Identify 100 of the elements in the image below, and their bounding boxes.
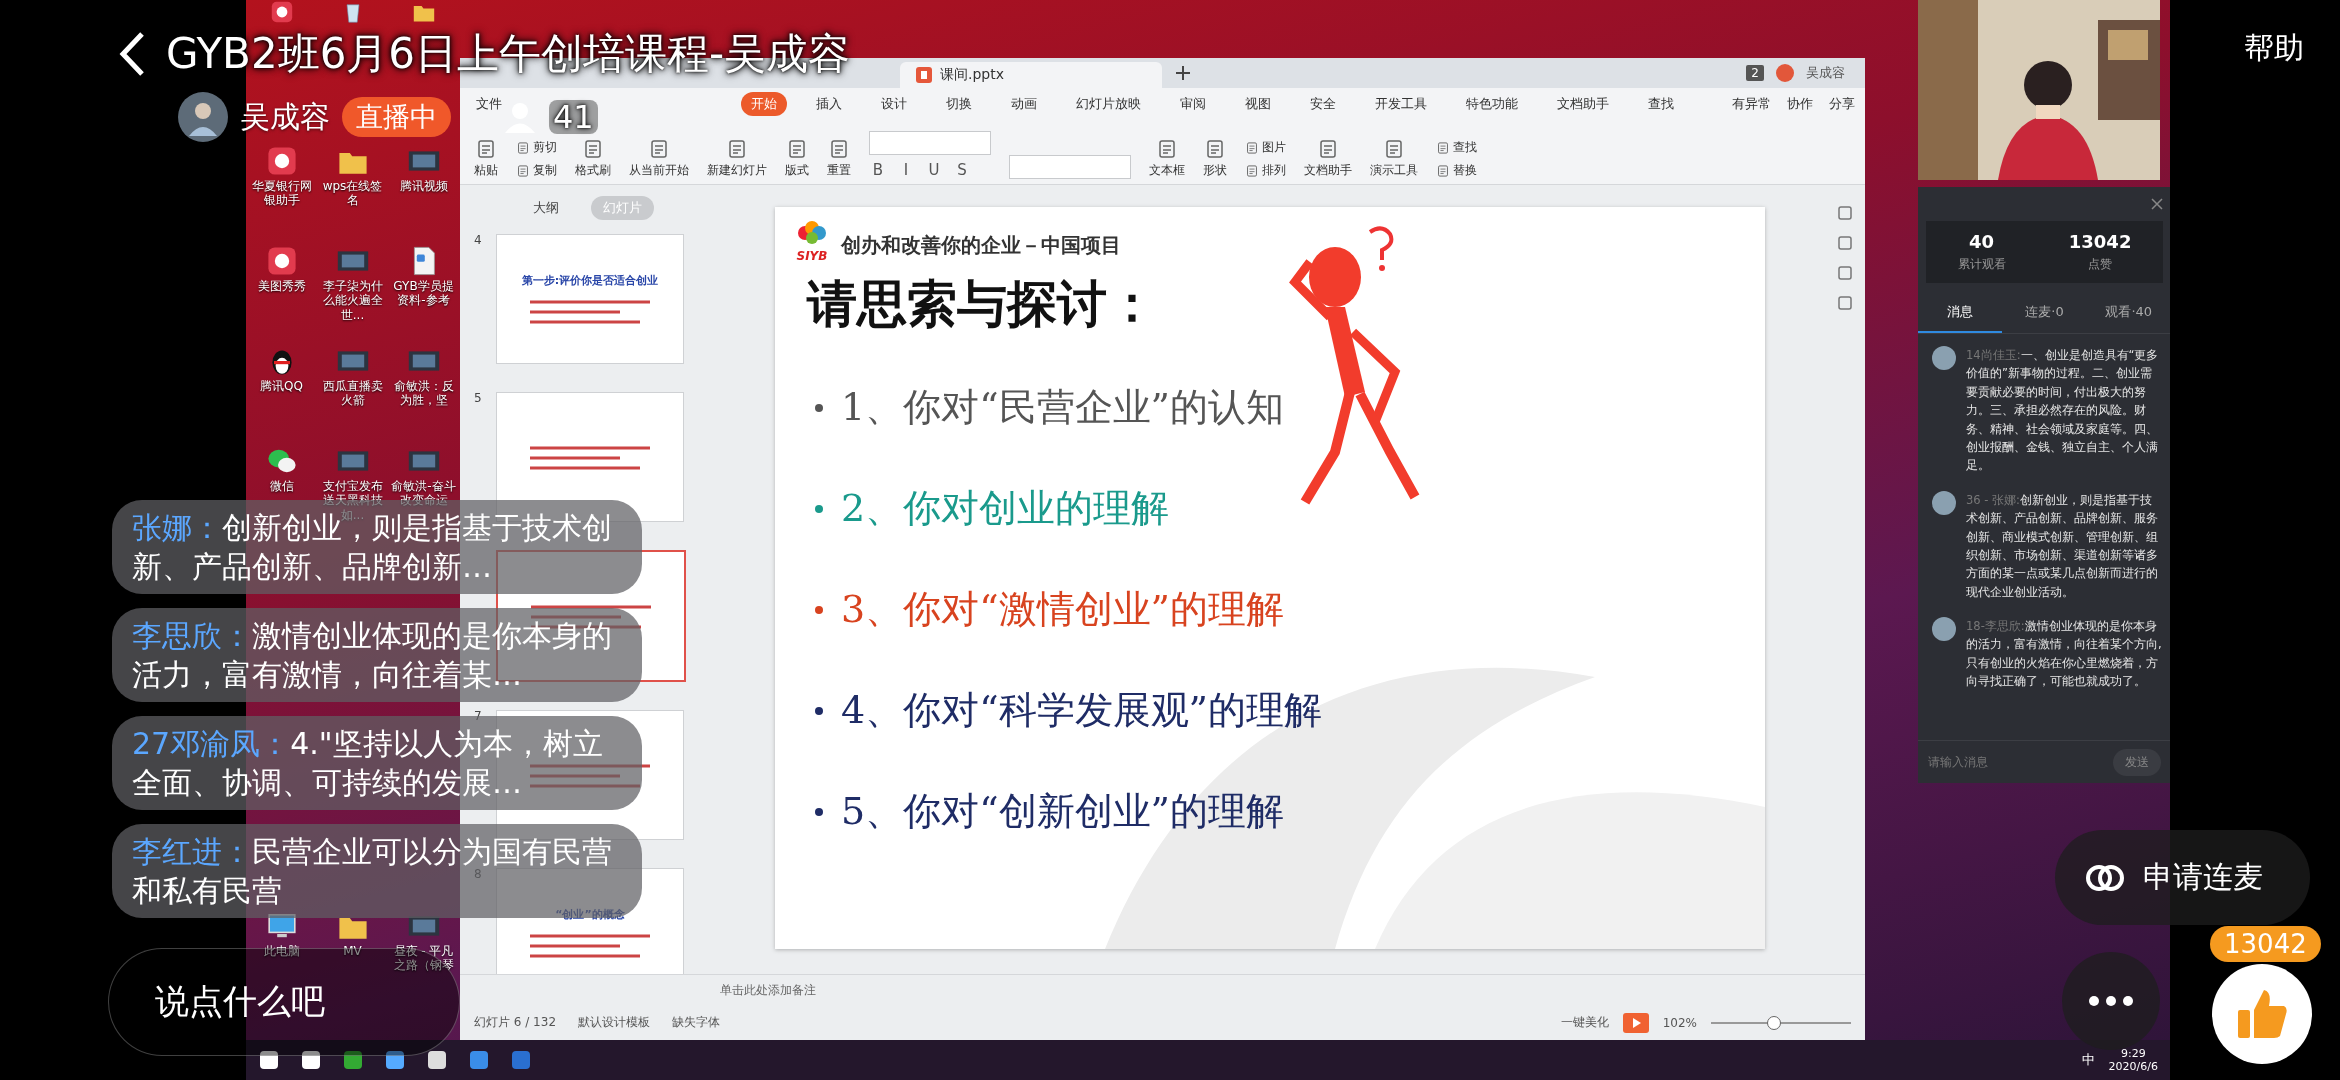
menu-tab[interactable]: 审阅 — [1170, 92, 1216, 116]
slide-thumbnail[interactable]: 第一步:评价你是否适合创业 — [496, 234, 684, 364]
panel-tab[interactable]: 大纲 — [521, 196, 571, 220]
avatar[interactable] — [178, 92, 228, 142]
avatar — [1932, 346, 1956, 370]
toolbar-button[interactable]: 复制 — [516, 162, 557, 179]
format-button[interactable]: B — [869, 161, 887, 179]
icon-label: 俞敏洪：反为胜，坚 — [392, 379, 455, 408]
stat-label: 点赞 — [2088, 256, 2113, 273]
toolbar-button[interactable]: 新建幻灯片 — [707, 138, 767, 179]
toolbar-button[interactable]: 剪切 — [516, 139, 557, 156]
window-count[interactable]: 2 — [1746, 65, 1764, 81]
toolbar-button[interactable]: 排列 — [1245, 162, 1286, 179]
format-button[interactable]: I — [897, 161, 915, 179]
user-avatar[interactable] — [1776, 64, 1794, 82]
document-icon — [726, 138, 748, 160]
toolbar-button[interactable]: 文本框 — [1149, 138, 1185, 179]
input-method[interactable]: 中 — [2081, 1051, 2095, 1069]
avatar — [1932, 617, 1956, 642]
slide-header: 创办和改善你的企业－中国项目 — [841, 232, 1121, 259]
zoom-value[interactable]: 102% — [1662, 1015, 1697, 1030]
co-stream-button[interactable]: 申请连麦 — [2055, 830, 2310, 925]
side-tool-icon[interactable] — [1837, 205, 1853, 221]
help-link[interactable]: 帮助 — [2244, 28, 2304, 69]
document-icon — [1156, 138, 1178, 160]
toolbar-button[interactable]: 演示工具 — [1370, 138, 1418, 179]
icon-label: 李子柒为什么能火遍全世... — [321, 279, 384, 323]
chat-message: 18-李思欣:激情创业体现的是你本身的活力，富有激情，向往着某个方向,只有创业的火焰在你心里燃烧着，方向寻找正确了，可能也就成功了。 — [1966, 618, 2163, 691]
menu-tab[interactable]: 文件 — [466, 92, 512, 116]
taskbar-app-icon[interactable] — [426, 1049, 448, 1071]
slide-counter: 幻灯片 6 / 132 — [474, 1014, 557, 1031]
file-tab[interactable]: 课间.pptx — [900, 62, 1162, 88]
toolbar-button[interactable]: 形状 — [1203, 138, 1227, 179]
menu-tab[interactable]: 文档助手 — [1547, 92, 1619, 116]
menu-tab[interactable]: 幻灯片放映 — [1066, 92, 1151, 116]
template-name[interactable]: 默认设计模板 — [578, 1014, 651, 1031]
menu-tab[interactable]: 开发工具 — [1365, 92, 1437, 116]
back-icon[interactable] — [118, 30, 146, 78]
side-tool-icon[interactable] — [1837, 235, 1853, 251]
menu-item[interactable]: 分享 — [1829, 95, 1855, 113]
menu-tab[interactable]: 安全 — [1300, 92, 1346, 116]
live-badge: 直播中 — [342, 97, 451, 137]
taskbar-app-icon[interactable] — [300, 1049, 322, 1071]
beautify-button[interactable]: 一键美化 — [1560, 1014, 1609, 1031]
menu-item[interactable]: 有异常 — [1732, 95, 1771, 113]
panel-tab[interactable]: 消息 — [1918, 293, 2003, 333]
document-icon — [828, 138, 850, 160]
app-icon[interactable] — [265, 245, 298, 277]
menu-tab[interactable]: 设计 — [871, 92, 917, 116]
document-icon — [648, 138, 670, 160]
document-icon — [475, 138, 497, 160]
chat-message: 14尚佳玉:一、创业是创造具有“更多价值的”新事物的过程。二、创业需要贡献必要的时间，付出极大的努力。三、承担必然存在的风险。财务、精神、社会领域及家庭等。四、创业报酬、金钱、独立自主、个人满足。 — [1966, 347, 2160, 475]
icon-label: 美图秀秀 — [256, 279, 307, 294]
toolbar-button[interactable]: 从当前开始 — [629, 138, 689, 179]
user-name[interactable]: 吴成容 — [1806, 64, 1845, 82]
panel-tab[interactable]: 连麦·0 — [2002, 293, 2087, 333]
like-count: 13042 — [2210, 926, 2321, 962]
close-icon[interactable] — [2151, 198, 2163, 210]
icon-label: 俞敏洪-奋斗改变命运 — [390, 479, 457, 508]
toolbar-button[interactable]: 文档助手 — [1304, 138, 1352, 179]
stat-value: 13042 — [2068, 231, 2132, 252]
presentation-file-icon — [916, 67, 932, 83]
play-icon[interactable] — [1622, 1012, 1649, 1033]
icon-label: wps在线签名 — [321, 179, 384, 208]
toolbar-button[interactable]: 版式 — [785, 138, 809, 179]
app-icon[interactable] — [269, 0, 294, 24]
bullet-text: 4、你对“科学发展观”的理解 — [841, 687, 1323, 734]
missing-font-link[interactable]: 缺失字体 — [672, 1014, 721, 1031]
taskbar-app-icon[interactable] — [342, 1049, 364, 1071]
taskbar-app-icon[interactable] — [384, 1049, 406, 1071]
toolbar-button[interactable]: 查找 — [1436, 139, 1477, 156]
notes-placeholder[interactable]: 单击此处添加备注 — [720, 981, 816, 999]
icon-label: GYB学员提资料-参考 — [392, 279, 455, 308]
menu-tab[interactable]: 动画 — [1001, 92, 1047, 116]
app-icon[interactable] — [265, 145, 298, 177]
menu-tab[interactable]: 视图 — [1235, 92, 1281, 116]
document-icon — [1317, 138, 1339, 160]
toolbar-button[interactable]: 图片 — [1245, 139, 1286, 156]
panel-tab[interactable]: 观看·40 — [2086, 293, 2171, 333]
toolbar-button[interactable]: 粘贴 — [474, 138, 498, 179]
icon-label: 腾讯视频 — [398, 179, 449, 194]
document-icon — [516, 140, 530, 155]
menu-tab[interactable]: 切换 — [936, 92, 982, 116]
side-tool-icon[interactable] — [1837, 295, 1853, 311]
document-icon — [516, 163, 530, 178]
toolbar-button[interactable]: 格式刷 — [575, 138, 611, 179]
bullet-text: 5、你对“创新创业”的理解 — [841, 788, 1285, 835]
menu-tab[interactable]: 插入 — [806, 92, 852, 116]
format-button[interactable]: U — [925, 161, 943, 179]
menu-item[interactable]: 协作 — [1787, 95, 1813, 113]
format-button[interactable]: S — [953, 161, 971, 179]
clock[interactable]: 9:29 2020/6/6 — [2108, 1047, 2158, 1073]
toolbar-button[interactable]: 替换 — [1436, 162, 1477, 179]
document-icon — [786, 138, 808, 160]
avatar — [1932, 490, 1956, 515]
taskbar-app-icon[interactable] — [258, 1049, 280, 1071]
toolbar-button[interactable]: 重置 — [827, 138, 851, 179]
menu-tab[interactable]: 查找 — [1638, 92, 1684, 116]
menu-tab[interactable]: 特色功能 — [1456, 92, 1528, 116]
side-tool-icon[interactable] — [1837, 265, 1853, 281]
